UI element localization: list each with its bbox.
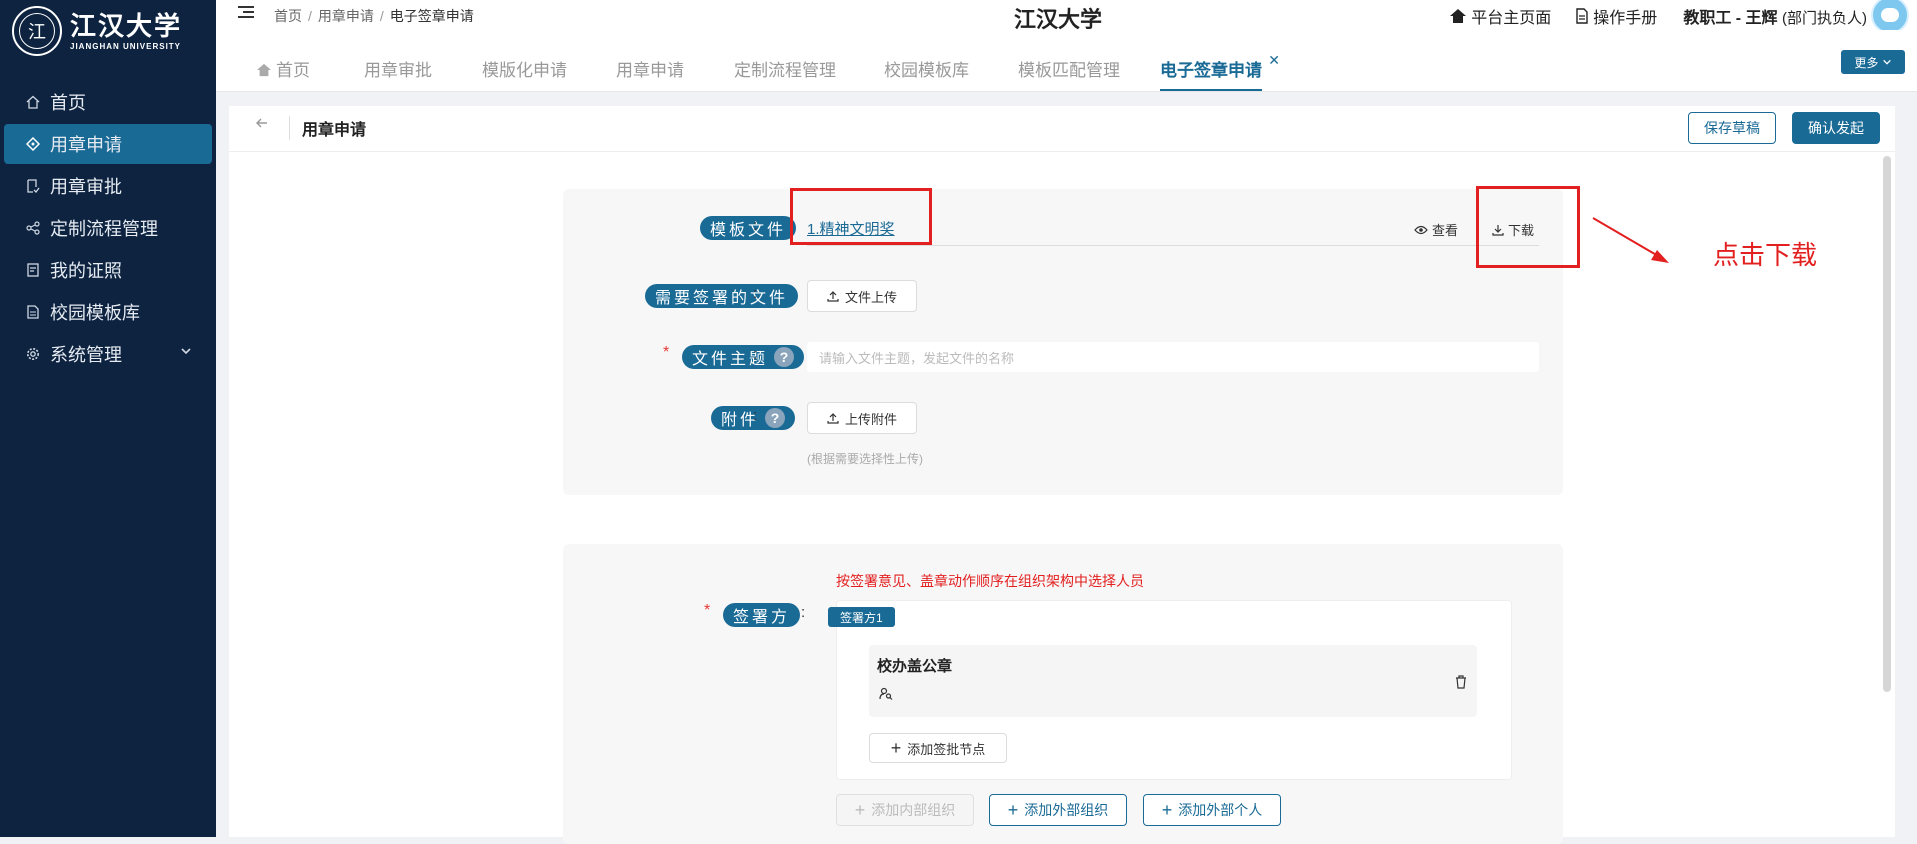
sidebar: 江 江汉大学 JIANGHAN UNIVERSITY 首页 用章申请 用章审批 … — [0, 0, 216, 837]
plus-icon: + — [890, 738, 902, 758]
home-icon — [257, 63, 271, 77]
breadcrumb-home[interactable]: 首页 — [274, 8, 302, 24]
tab-bar: 首页 用章审批 模版化申请 用章申请 定制流程管理 校园模板库 模板匹配管理 电… — [216, 30, 1917, 92]
plus-icon: + — [1007, 800, 1019, 820]
sign-file-label: 需要签署的文件 — [645, 284, 799, 308]
file-template-icon — [26, 305, 40, 319]
sidebar-item-label: 系统管理 — [50, 345, 122, 365]
trash-icon[interactable] — [1455, 675, 1467, 694]
gear-icon — [26, 347, 40, 361]
main-content: 用章申请 保存草稿 确认发起 模板文件 : 1.精神文明奖 查看 下载 需要签署… — [229, 106, 1895, 844]
breadcrumb-seal-apply[interactable]: 用章申请 — [318, 8, 374, 24]
page-header: 用章申请 保存草稿 确认发起 — [229, 106, 1895, 152]
file-form-panel: 模板文件 : 1.精神文明奖 查看 下载 需要签署的文件 : 文件上传 * 文件… — [563, 189, 1563, 495]
save-draft-button[interactable]: 保存草稿 — [1688, 112, 1776, 144]
add-external-person-button[interactable]: + 添加外部个人 — [1143, 794, 1281, 826]
scrollbar[interactable] — [1883, 156, 1891, 692]
annotation-label: 点击下载 — [1713, 240, 1818, 270]
back-arrow-icon[interactable] — [255, 116, 269, 135]
sidebar-item-seal-apply[interactable]: 用章申请 — [4, 124, 212, 164]
tab-template-apply[interactable]: 模版化申请 — [482, 56, 567, 91]
menu-toggle-icon[interactable] — [238, 6, 254, 20]
tab-custom-flow[interactable]: 定制流程管理 — [734, 56, 836, 91]
upload-icon — [827, 291, 839, 302]
sidebar-item-home[interactable]: 首页 — [4, 82, 212, 122]
tab-template-match[interactable]: 模板匹配管理 — [1018, 56, 1120, 91]
view-button[interactable]: 查看 — [1414, 220, 1458, 239]
arrow-icon — [1592, 217, 1669, 263]
signer-tag[interactable]: 签署方1 — [828, 607, 895, 627]
sidebar-item-label: 定制流程管理 — [50, 219, 158, 239]
template-file-label: 模板文件 — [700, 216, 797, 240]
sidebar-item-label: 用章申请 — [50, 135, 122, 155]
tab-seal-apply[interactable]: 用章申请 — [616, 56, 684, 91]
university-seal-icon: 江 — [12, 6, 62, 56]
add-approval-node-button[interactable]: + 添加签批节点 — [869, 733, 1007, 763]
certificate-icon — [26, 263, 40, 277]
subject-label: 文件主题? — [682, 345, 805, 369]
signer-panel: 按签署意见、盖章动作顺序在组织架构中选择人员 * 签署方 : 签署方1 校办盖公… — [563, 544, 1563, 844]
tab-home[interactable]: 首页 — [256, 56, 310, 91]
upload-attachment-button[interactable]: 上传附件 — [807, 402, 917, 434]
sidebar-item-campus-templates[interactable]: 校园模板库 — [4, 292, 212, 332]
sidebar-item-seal-approve[interactable]: 用章审批 — [4, 166, 212, 206]
approval-node: 校办盖公章 — [869, 645, 1477, 717]
tab-seal-approve[interactable]: 用章审批 — [364, 56, 432, 91]
top-header: 首页 / 用章申请 / 电子签章申请 江汉大学 平台主页面 操作手册 教职工 - 王辉 … — [216, 0, 1917, 34]
more-tabs-button[interactable]: 更多 — [1841, 50, 1905, 74]
university-logo[interactable]: 江 江汉大学 JIANGHAN UNIVERSITY — [12, 6, 182, 56]
sidebar-menu: 首页 用章申请 用章审批 定制流程管理 我的证照 校园模板库 系统管理 — [0, 80, 216, 376]
node-title: 校办盖公章 — [877, 658, 953, 675]
manual-link[interactable]: 操作手册 — [1575, 4, 1657, 28]
sidebar-item-label: 用章审批 — [50, 177, 122, 197]
logo-name-en: JIANGHAN UNIVERSITY — [70, 41, 182, 51]
highlight-box-template-file — [790, 188, 932, 245]
signer-box: 签署方1 校办盖公章 + 添加签批节点 — [828, 600, 1512, 780]
signer-label: 签署方 — [723, 603, 801, 627]
chevron-down-icon — [180, 345, 192, 360]
signer-notice: 按签署意见、盖章动作顺序在组织架构中选择人员 — [836, 573, 1144, 589]
avatar[interactable] — [1871, 0, 1909, 34]
document-check-icon — [26, 179, 40, 193]
diamond-icon — [26, 137, 40, 151]
file-upload-button[interactable]: 文件上传 — [807, 280, 917, 312]
page-title: 用章申请 — [289, 116, 366, 140]
home-icon — [26, 95, 40, 109]
help-icon[interactable]: ? — [765, 408, 786, 428]
home-icon — [1450, 9, 1467, 23]
required-mark: * — [704, 602, 711, 619]
add-internal-org-button[interactable]: + 添加内部组织 — [836, 794, 974, 826]
person-search-icon[interactable] — [879, 687, 893, 706]
subject-input[interactable]: 请输入文件主题，发起文件的名称 — [807, 342, 1539, 372]
sidebar-item-system-management[interactable]: 系统管理 — [4, 334, 212, 374]
sidebar-item-custom-flow[interactable]: 定制流程管理 — [4, 208, 212, 248]
attachment-hint: (根据需要选择性上传) — [807, 452, 923, 466]
eye-icon — [1414, 225, 1428, 234]
template-file-divider — [807, 245, 1539, 246]
tab-campus-templates[interactable]: 校园模板库 — [884, 56, 969, 91]
tab-e-signature[interactable]: 电子签章申请 ✕ — [1160, 52, 1280, 91]
sidebar-item-my-certificates[interactable]: 我的证照 — [4, 250, 212, 290]
close-icon[interactable]: ✕ — [1268, 52, 1280, 69]
platform-home-link[interactable]: 平台主页面 — [1449, 4, 1551, 28]
upload-icon — [827, 413, 839, 424]
sidebar-item-label: 我的证照 — [50, 261, 122, 281]
add-external-org-button[interactable]: + 添加外部组织 — [989, 794, 1127, 826]
highlight-box-download — [1476, 186, 1580, 268]
help-icon[interactable]: ? — [774, 347, 795, 367]
share-nodes-icon — [26, 221, 40, 235]
confirm-submit-button[interactable]: 确认发起 — [1792, 112, 1880, 144]
plus-icon: + — [1161, 800, 1173, 820]
sidebar-item-label: 首页 — [50, 93, 86, 113]
breadcrumb: 首页 / 用章申请 / 电子签章申请 — [274, 8, 474, 24]
breadcrumb-current: 电子签章申请 — [389, 8, 474, 24]
document-icon — [1576, 8, 1588, 24]
sidebar-item-label: 校园模板库 — [50, 303, 140, 323]
plus-icon: + — [854, 800, 866, 820]
required-mark: * — [663, 344, 670, 361]
user-info[interactable]: 教职工 - 王辉 (部门执负人) — [1683, 4, 1867, 28]
logo-name-cn: 江汉大学 — [70, 11, 183, 42]
